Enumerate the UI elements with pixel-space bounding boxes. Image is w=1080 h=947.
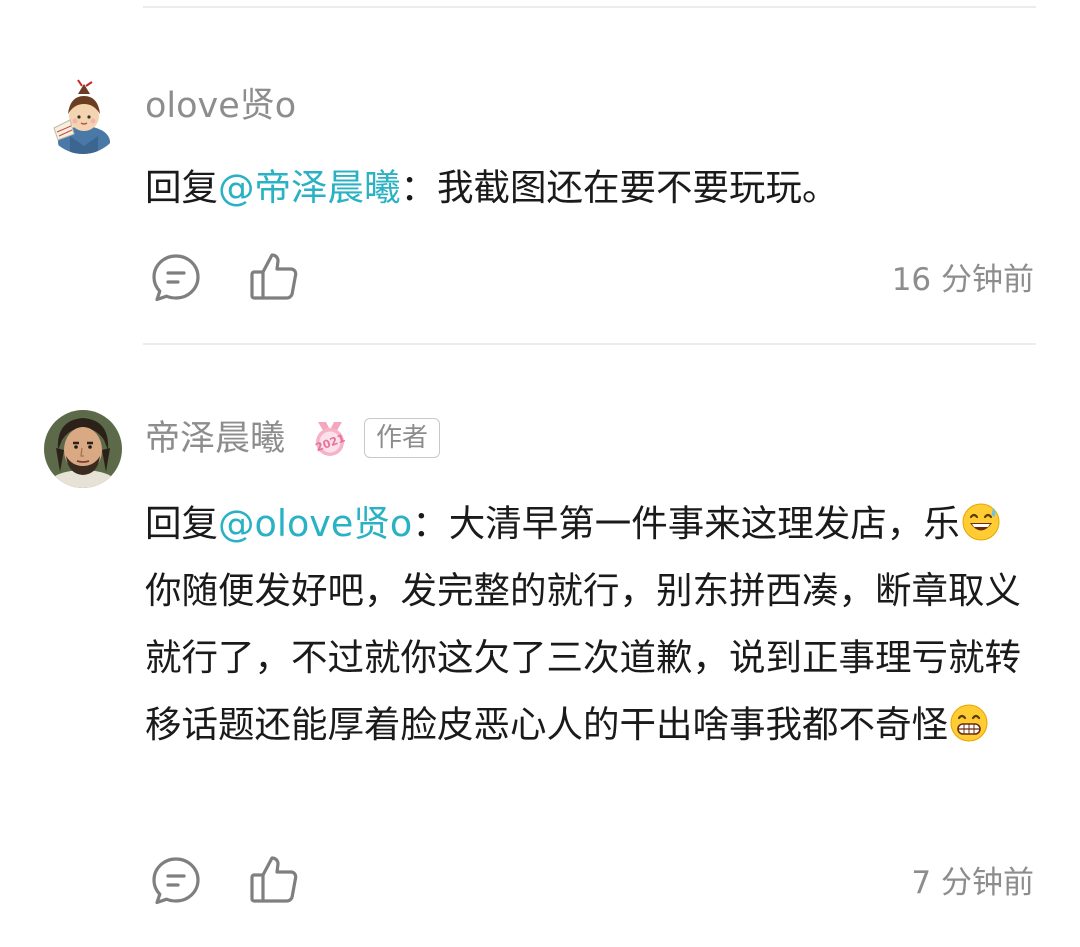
comment-bubble-icon[interactable] [150, 252, 202, 304]
thumbs-up-icon[interactable] [248, 853, 300, 905]
comment-body: 回复@olove贤o：大清早第一件事来这理发店，乐 你随便发好吧，发完整的就行，… [145, 490, 1037, 758]
sweat-smile-emoji-icon [961, 496, 1001, 541]
comment-text: 我截图还在要不要玩玩。 [437, 166, 839, 209]
timestamp: 16 分钟前 [891, 262, 1034, 298]
mention-link[interactable]: @帝泽晨曦 [218, 166, 401, 209]
comment-text-continued: 你随便发好吧，发完整的就行，别东拼西凑，断章取义就行了，不过就你这欠了三次道歉，… [145, 569, 1021, 746]
pink-medal-badge-icon[interactable]: 2021 [310, 418, 350, 458]
comment-divider [143, 343, 1036, 345]
separator: ： [412, 502, 449, 545]
username[interactable]: 帝泽晨曦 [145, 417, 285, 461]
comment-text: 大清早第一件事来这理发店，乐 [448, 502, 960, 545]
avatar[interactable] [44, 76, 122, 154]
avatar[interactable] [44, 410, 122, 488]
author-tag: 作者 [364, 418, 441, 458]
thumbs-up-icon[interactable] [248, 250, 300, 302]
comment-bubble-icon[interactable] [150, 855, 202, 907]
mention-link[interactable]: @olove贤o [218, 502, 412, 545]
reply-prefix: 回复 [145, 166, 218, 209]
grin-emoji-icon [949, 697, 989, 742]
timestamp: 7 分钟前 [911, 865, 1034, 901]
avatar-illustration [44, 76, 122, 154]
username[interactable]: olove贤o [145, 84, 296, 128]
reply-prefix: 回复 [145, 502, 218, 545]
avatar-illustration [44, 410, 122, 488]
separator: ： [400, 166, 438, 209]
comment-body: 回复@帝泽晨曦：我截图还在要不要玩玩。 [145, 154, 1037, 221]
top-divider [143, 6, 1036, 8]
